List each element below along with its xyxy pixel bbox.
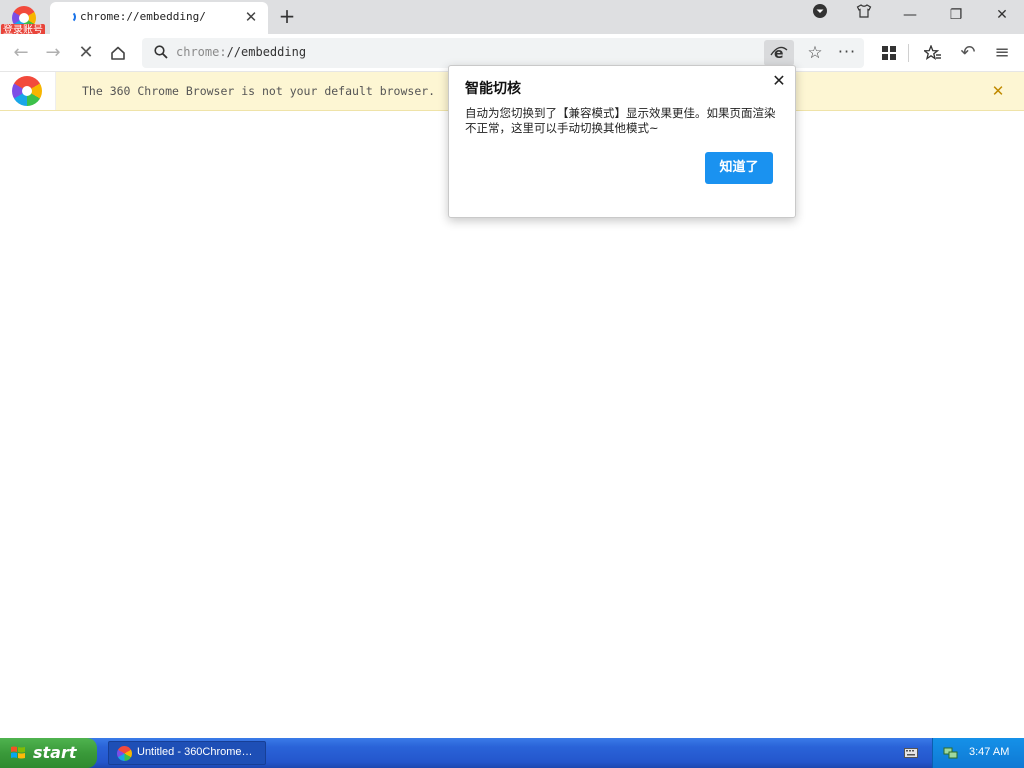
- system-tray: 3:47 AM: [932, 738, 1024, 768]
- more-options-icon[interactable]: ···: [834, 40, 860, 66]
- search-icon: [154, 45, 168, 59]
- back-button[interactable]: ←: [8, 40, 34, 66]
- restore-button[interactable]: ❐: [936, 0, 976, 30]
- infobar-close-button[interactable]: ✕: [988, 81, 1008, 101]
- start-label: start: [33, 743, 77, 762]
- close-window-button[interactable]: ✕: [982, 0, 1022, 30]
- undo-icon[interactable]: ↶: [955, 40, 981, 66]
- infobar-message: The 360 Chrome Browser is not your defau…: [82, 84, 436, 98]
- address-bar[interactable]: chrome://embedding e ☆ ···: [142, 38, 864, 68]
- toolbar-divider: [908, 44, 909, 62]
- windows-flag-icon: [11, 746, 25, 759]
- infobar-logo-cell: [0, 72, 56, 110]
- keyboard-icon[interactable]: [904, 746, 918, 758]
- start-button[interactable]: start: [0, 738, 97, 768]
- new-tab-button[interactable]: +: [276, 5, 298, 27]
- smart-kernel-popup: 智能切核 ✕ 自动为您切换到了【兼容模式】显示效果更佳。如果页面渲染不正常，这里…: [448, 65, 796, 218]
- favorites-icon[interactable]: [920, 40, 946, 66]
- clock[interactable]: 3:47 AM: [969, 746, 1009, 758]
- address-scheme: chrome:: [176, 45, 227, 59]
- loading-spinner-icon: [64, 11, 76, 23]
- stop-button[interactable]: ✕: [73, 40, 99, 66]
- taskbar-item-browser[interactable]: Untitled - 360Chrome…: [108, 741, 266, 765]
- tab-active[interactable]: chrome://embedding/ ✕: [50, 2, 268, 34]
- browser-menu-dropdown-icon[interactable]: [800, 0, 840, 30]
- network-icon[interactable]: [943, 745, 959, 761]
- taskbar: start Untitled - 360Chrome… 3:47 AM: [0, 738, 1024, 768]
- 360-logo-icon: [12, 76, 42, 106]
- skin-icon[interactable]: [844, 0, 884, 30]
- apps-icon[interactable]: [876, 40, 902, 66]
- main-menu-icon[interactable]: ≡: [989, 40, 1015, 66]
- popup-body: 自动为您切换到了【兼容模式】显示效果更佳。如果页面渲染不正常，这里可以手动切换其…: [465, 106, 776, 135]
- tab-strip: 登录账号 chrome://embedding/ ✕ + — ❐ ✕: [0, 0, 1024, 38]
- 360-logo-icon: [117, 746, 132, 761]
- got-it-button[interactable]: 知道了: [705, 152, 773, 184]
- home-button[interactable]: [105, 40, 131, 66]
- address-path: //embedding: [226, 45, 307, 59]
- popup-close-button[interactable]: ✕: [769, 71, 789, 91]
- tab-title: chrome://embedding/: [80, 10, 206, 23]
- popup-title: 智能切核: [465, 81, 521, 97]
- forward-button[interactable]: →: [40, 40, 66, 66]
- compatibility-mode-icon[interactable]: e: [764, 40, 794, 66]
- tab-close-button[interactable]: ✕: [242, 8, 260, 26]
- address-text[interactable]: chrome://embedding: [176, 45, 306, 59]
- taskbar-item-label: Untitled - 360Chrome…: [137, 746, 253, 758]
- minimize-button[interactable]: —: [890, 0, 930, 30]
- bookmark-star-icon[interactable]: ☆: [802, 40, 828, 66]
